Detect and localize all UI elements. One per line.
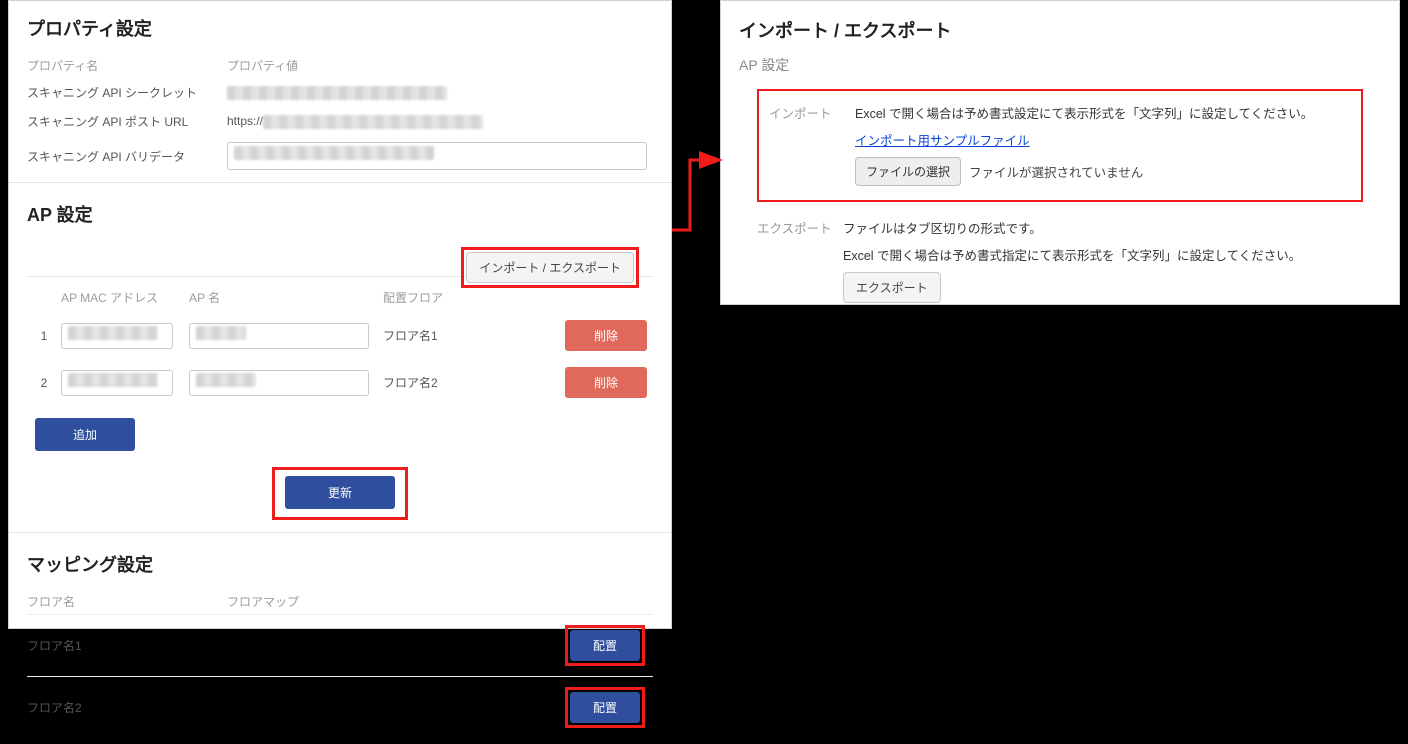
ap-mac-input[interactable] [61, 323, 173, 349]
property-head-name: プロパティ名 [27, 57, 227, 74]
ap-section: AP 設定 インポート / エクスポート AP MAC アドレス AP 名 配置… [9, 183, 671, 533]
masked-value [196, 326, 246, 340]
ap-name-input[interactable] [189, 323, 369, 349]
delete-button[interactable]: 削除 [565, 320, 647, 351]
property-name-validator: スキャニング API バリデータ [27, 148, 227, 165]
mapping-title: マッピング設定 [27, 551, 653, 577]
import-note: Excel で開く場合は予め書式設定にて表示形式を「文字列」に設定してください。 [855, 103, 1351, 122]
property-section: プロパティ設定 プロパティ名 プロパティ値 スキャニング API シークレット … [9, 1, 671, 183]
mapping-floor-label: フロア名2 [27, 699, 227, 716]
property-row: スキャニング API シークレット [27, 78, 653, 107]
ap-mac-input[interactable] [61, 370, 173, 396]
masked-value [234, 146, 434, 160]
ap-head-mac: AP MAC アドレス [61, 289, 189, 306]
property-row: スキャニング API バリデータ [27, 136, 653, 176]
property-name-secret: スキャニング API シークレット [27, 84, 227, 101]
mapping-head-map: フロアマップ [227, 593, 299, 610]
property-title: プロパティ設定 [27, 15, 653, 41]
ie-title: インポート / エクスポート [739, 17, 1381, 43]
export-note1: ファイルはタブ区切りの形式です。 [843, 218, 1363, 237]
choose-file-button[interactable]: ファイルの選択 [855, 157, 961, 186]
ap-name-input[interactable] [189, 370, 369, 396]
place-button[interactable]: 配置 [570, 692, 640, 723]
property-head-value: プロパティ値 [227, 57, 298, 74]
ap-row: 1 フロア名1 削除 [27, 312, 653, 359]
no-file-label: ファイルが選択されていません [969, 162, 1143, 181]
mapping-section: マッピング設定 フロア名 フロアマップ フロア名1 配置 フロア名2 配置 [9, 533, 671, 744]
ap-head-name: AP 名 [189, 289, 383, 306]
masked-value [227, 86, 447, 100]
add-button[interactable]: 追加 [35, 418, 135, 451]
mapping-head-floor: フロア名 [27, 593, 227, 610]
place-button[interactable]: 配置 [570, 630, 640, 661]
ap-head-floor: 配置フロア [383, 289, 543, 306]
export-button[interactable]: エクスポート [843, 272, 941, 303]
ap-row-index: 1 [27, 329, 61, 343]
validator-input[interactable] [227, 142, 647, 170]
property-row: スキャニング API ポスト URL https:// [27, 107, 653, 136]
masked-value [263, 115, 483, 129]
ap-title: AP 設定 [27, 201, 653, 227]
ap-floor-label: フロア名1 [383, 327, 543, 344]
ap-row-index: 2 [27, 376, 61, 390]
masked-value [196, 373, 256, 387]
ap-row: 2 フロア名2 削除 [27, 359, 653, 406]
import-export-panel: インポート / エクスポート AP 設定 インポート Excel で開く場合は予… [720, 0, 1400, 305]
update-button[interactable]: 更新 [285, 476, 395, 509]
url-prefix: https:// [227, 114, 263, 128]
delete-button[interactable]: 削除 [565, 367, 647, 398]
export-note2: Excel で開く場合は予め書式指定にて表示形式を「文字列」に設定してください。 [843, 245, 1363, 264]
property-name-posturl: スキャニング API ポスト URL [27, 113, 227, 130]
import-export-button[interactable]: インポート / エクスポート [466, 252, 634, 283]
import-label: インポート [769, 103, 855, 186]
settings-panel: プロパティ設定 プロパティ名 プロパティ値 スキャニング API シークレット … [8, 0, 672, 629]
ap-floor-label: フロア名2 [383, 374, 543, 391]
import-highlight: インポート Excel で開く場合は予め書式設定にて表示形式を「文字列」に設定し… [757, 89, 1363, 202]
ie-subtitle: AP 設定 [739, 55, 1381, 75]
mapping-row: フロア名2 配置 [27, 676, 653, 738]
mapping-row: フロア名1 配置 [27, 614, 653, 676]
mapping-floor-label: フロア名1 [27, 637, 227, 654]
masked-value [68, 326, 158, 340]
sample-file-link[interactable]: インポート用サンプルファイル [855, 134, 1030, 148]
export-label: エクスポート [757, 218, 843, 303]
masked-value [68, 373, 158, 387]
